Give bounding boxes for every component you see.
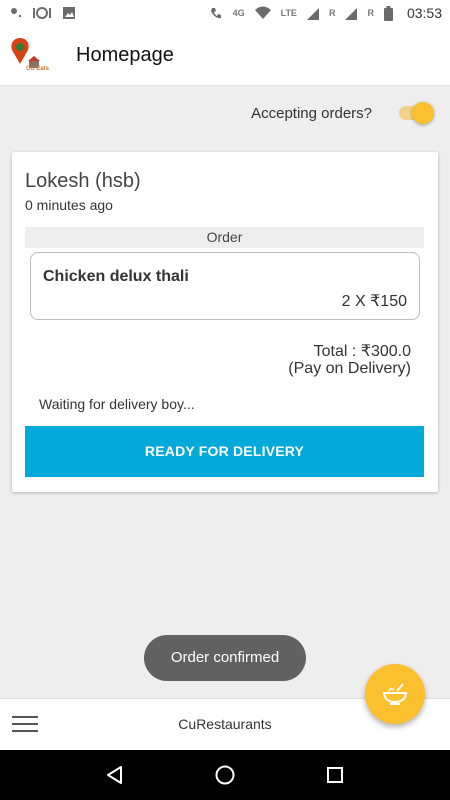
customer-name: Lokesh (hsb) <box>25 170 141 192</box>
back-icon[interactable] <box>95 755 135 795</box>
food-bowl-fab[interactable] <box>365 664 425 724</box>
vibrate-icon <box>209 6 223 20</box>
system-nav-bar <box>0 750 450 800</box>
network-type-label: 4G <box>232 8 245 18</box>
order-section-header: Order <box>25 227 424 248</box>
logo-text: CU Eats <box>26 65 50 72</box>
lte-label: LTE <box>280 8 297 18</box>
accepting-orders-row: Accepting orders? <box>251 100 436 126</box>
wifi-icon <box>254 6 271 20</box>
food-bowl-icon <box>382 683 408 705</box>
image-notification-icon <box>62 6 76 20</box>
toast-message: Order confirmed <box>144 635 306 681</box>
accepting-orders-toggle[interactable] <box>396 100 436 126</box>
page-title: Homepage <box>76 44 174 66</box>
status-bar: 4G LTE R R 03:53 <box>0 0 450 26</box>
order-total: Total : ₹300.0 <box>313 343 411 360</box>
location-icon <box>10 6 22 20</box>
order-card: Lokesh (hsb) 0 minutes ago Order Chicken… <box>12 152 438 492</box>
signal-icon-2 <box>345 6 358 20</box>
accepting-orders-label: Accepting orders? <box>251 104 372 122</box>
home-icon[interactable] <box>205 755 245 795</box>
app-logo: CU Eats <box>10 34 54 78</box>
item-quantity-price: 2 X ₹150 <box>341 293 407 310</box>
battery-icon <box>383 5 393 21</box>
restaurant-notification-icon <box>32 6 52 20</box>
order-item: Chicken delux thali 2 X ₹150 <box>30 252 420 320</box>
status-bar-left <box>10 6 76 20</box>
order-time: 0 minutes ago <box>25 197 113 213</box>
status-bar-right: 4G LTE R R 03:53 <box>209 5 442 21</box>
clock: 03:53 <box>406 5 442 21</box>
roaming-label-2: R <box>367 8 374 18</box>
signal-icon-1 <box>306 6 319 20</box>
order-status: Waiting for delivery boy... <box>39 396 195 412</box>
toggle-knob <box>412 102 434 124</box>
app-bar: CU Eats Homepage <box>0 26 450 86</box>
recents-icon[interactable] <box>315 755 355 795</box>
roaming-label-1: R <box>328 8 336 18</box>
payment-method: (Pay on Delivery) <box>288 360 411 377</box>
ready-for-delivery-button[interactable]: READY FOR DELIVERY <box>25 426 424 477</box>
item-name: Chicken delux thali <box>43 268 189 285</box>
